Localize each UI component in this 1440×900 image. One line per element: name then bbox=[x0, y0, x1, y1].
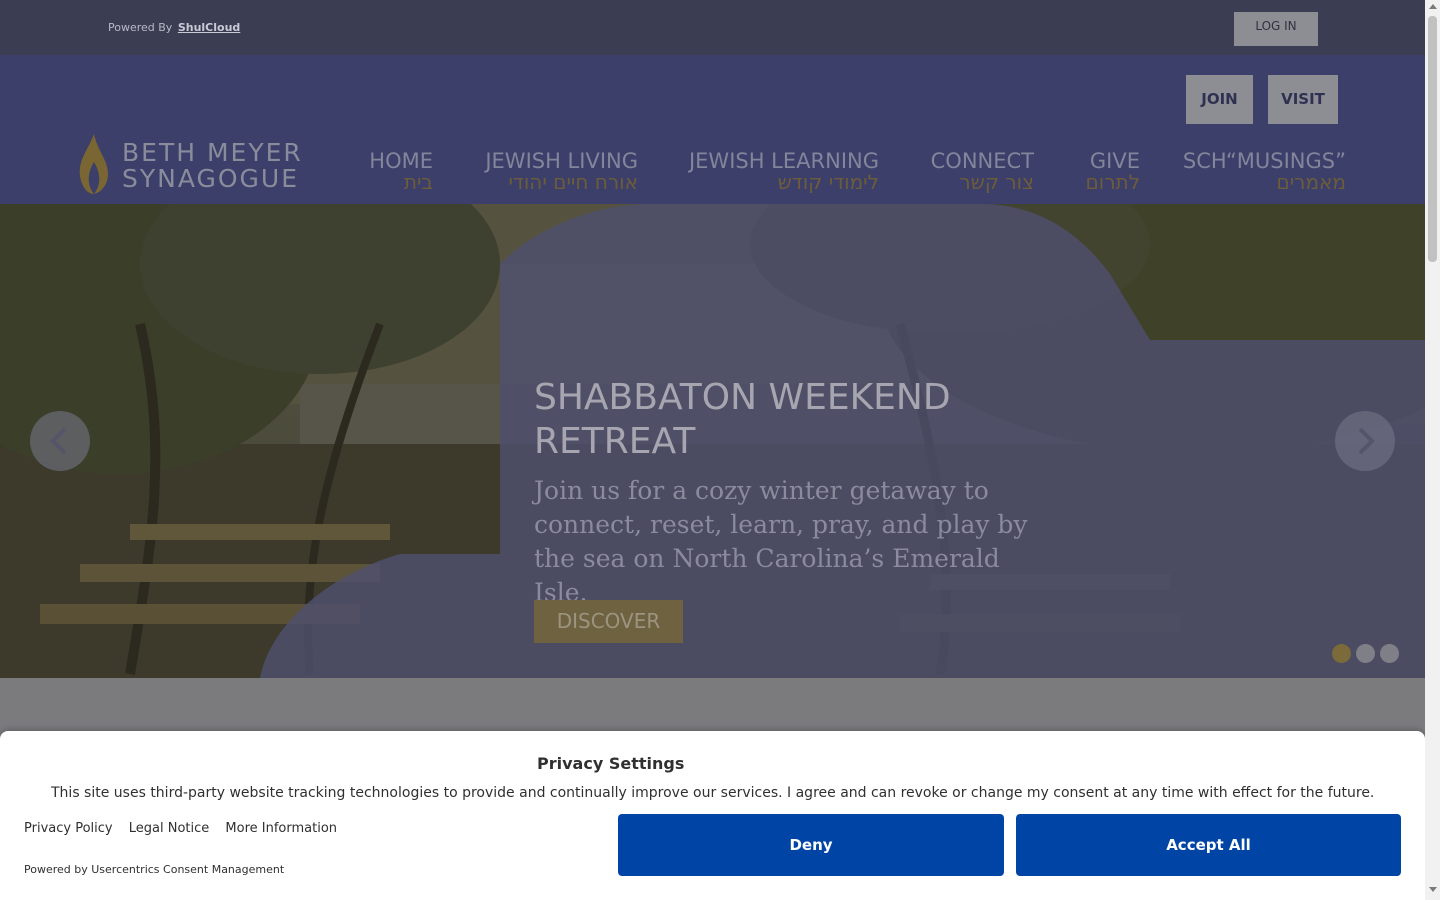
shulcloud-link[interactable]: ShulCloud bbox=[178, 21, 240, 34]
next-slide-button[interactable] bbox=[1335, 411, 1395, 471]
nav-label: HOME bbox=[369, 149, 433, 173]
logo-line-1: BETH MEYER bbox=[122, 138, 303, 167]
nav-label-hebrew: בית bbox=[403, 170, 433, 194]
nav-label: JEWISH LEARNING bbox=[688, 149, 879, 173]
site-header: JOIN VISIT BETH MEYER SYNAGOGUE HOME בית… bbox=[0, 55, 1425, 204]
nav-label-hebrew: אורח חיים יהודי bbox=[508, 170, 638, 194]
slide-description: Join us for a cozy winter getaway to con… bbox=[534, 476, 1028, 607]
discover-button[interactable]: DISCOVER bbox=[534, 600, 683, 643]
powered-by: Powered By ShulCloud bbox=[108, 21, 240, 34]
previous-slide-button[interactable] bbox=[30, 411, 90, 471]
nav-item-jewish-learning[interactable]: JEWISH LEARNING לימודי קודש bbox=[680, 150, 879, 194]
join-button[interactable]: JOIN bbox=[1186, 75, 1253, 124]
nav-label: JEWISH LIVING bbox=[485, 149, 638, 173]
nav-label-hebrew: לימודי קודש bbox=[777, 170, 879, 194]
consent-title: Privacy Settings bbox=[537, 754, 685, 773]
chevron-right-icon bbox=[1358, 427, 1375, 455]
slide-dot-3[interactable] bbox=[1380, 644, 1399, 663]
slide-title: SHABBATON WEEKEND RETREAT bbox=[534, 377, 951, 462]
nav-label-hebrew: צור קשר bbox=[959, 170, 1034, 194]
nav-item-home[interactable]: HOME בית bbox=[355, 150, 433, 194]
nav-label: SCH“MUSINGS” bbox=[1182, 149, 1346, 173]
slide-dot-1[interactable] bbox=[1332, 644, 1351, 663]
privacy-consent-banner: Privacy Settings This site uses third-pa… bbox=[0, 731, 1425, 900]
nav-label-hebrew: מאמרים bbox=[1276, 170, 1346, 194]
flame-logo-icon bbox=[79, 134, 108, 194]
scroll-up-arrow-icon[interactable] bbox=[1429, 4, 1437, 9]
nav-label: GIVE bbox=[1089, 149, 1140, 173]
legal-notice-link[interactable]: Legal Notice bbox=[129, 821, 210, 836]
page: Powered By ShulCloud LOG IN JOIN VISIT B… bbox=[0, 0, 1425, 900]
consent-links: Privacy Policy Legal Notice More Informa… bbox=[24, 821, 349, 836]
nav-label: CONNECT bbox=[930, 149, 1034, 173]
top-bar: Powered By ShulCloud LOG IN bbox=[0, 0, 1425, 55]
scroll-down-arrow-icon[interactable] bbox=[1429, 887, 1437, 892]
accept-all-button[interactable]: Accept All bbox=[1016, 814, 1401, 876]
site-logo[interactable]: BETH MEYER SYNAGOGUE bbox=[74, 132, 314, 196]
nav-item-connect[interactable]: CONNECT צור קשר bbox=[920, 150, 1034, 194]
consent-message: This site uses third-party website track… bbox=[51, 785, 1375, 801]
login-button[interactable]: LOG IN bbox=[1234, 12, 1318, 46]
visit-button[interactable]: VISIT bbox=[1268, 75, 1338, 124]
logo-line-2: SYNAGOGUE bbox=[122, 164, 300, 193]
hero-slider: SHABBATON WEEKEND RETREAT Join us for a … bbox=[0, 204, 1425, 678]
consent-powered-by: Powered by Usercentrics Consent Manageme… bbox=[24, 863, 285, 876]
more-information-link[interactable]: More Information bbox=[225, 821, 337, 836]
nav-item-jewish-living[interactable]: JEWISH LIVING אורח חיים יהודי bbox=[470, 150, 638, 194]
logo-text: BETH MEYER SYNAGOGUE bbox=[122, 140, 303, 192]
slide-dot-2[interactable] bbox=[1356, 644, 1375, 663]
deny-button[interactable]: Deny bbox=[618, 814, 1004, 876]
page-scrollbar[interactable] bbox=[1425, 0, 1440, 900]
nav-item-give[interactable]: GIVE לתרום bbox=[1075, 150, 1140, 194]
powered-by-prefix: Powered By bbox=[108, 21, 173, 34]
nav-label-hebrew: לתרום bbox=[1085, 170, 1140, 194]
scrollbar-thumb[interactable] bbox=[1428, 16, 1437, 262]
nav-item-schmusings[interactable]: SCH“MUSINGS” מאמרים bbox=[1180, 150, 1346, 194]
chevron-left-icon bbox=[50, 427, 67, 455]
privacy-policy-link[interactable]: Privacy Policy bbox=[24, 821, 113, 836]
